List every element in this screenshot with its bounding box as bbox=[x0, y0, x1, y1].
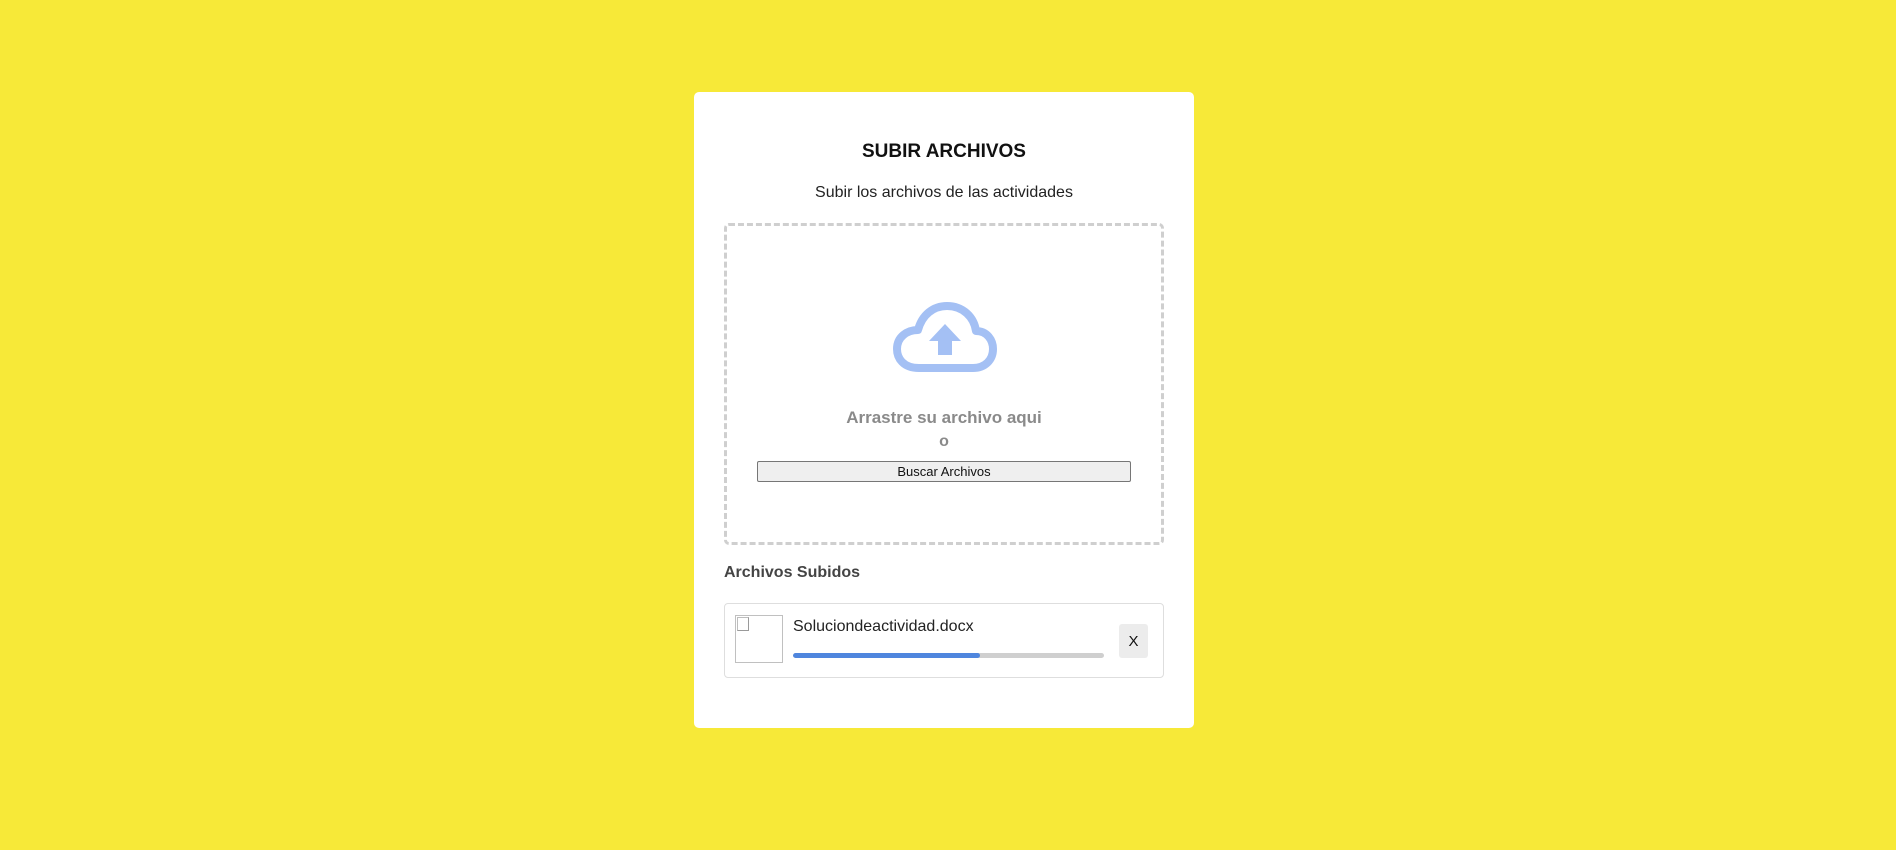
uploaded-files-heading: Archivos Subidos bbox=[724, 564, 861, 581]
browse-files-button[interactable]: Buscar Archivos bbox=[757, 461, 1131, 482]
or-separator: o bbox=[939, 433, 949, 450]
file-name: Soluciondeactividad.docx bbox=[793, 618, 974, 635]
file-dropzone[interactable]: Arrastre su archivo aqui o Buscar Archiv… bbox=[724, 223, 1164, 545]
upload-progress-fill bbox=[793, 653, 980, 658]
page-subtitle: Subir los archivos de las actividades bbox=[815, 184, 1073, 201]
upload-card: SUBIR ARCHIVOS Subir los archivos de las… bbox=[694, 92, 1194, 728]
broken-image-icon bbox=[735, 615, 783, 663]
page-title: SUBIR ARCHIVOS bbox=[862, 141, 1026, 162]
upload-progress-bar bbox=[793, 653, 1104, 658]
uploaded-file-item: Soluciondeactividad.docx X bbox=[724, 603, 1164, 678]
remove-file-button[interactable]: X bbox=[1119, 624, 1148, 658]
cloud-upload-icon bbox=[893, 302, 997, 372]
drop-instructions: Arrastre su archivo aqui bbox=[846, 408, 1042, 427]
